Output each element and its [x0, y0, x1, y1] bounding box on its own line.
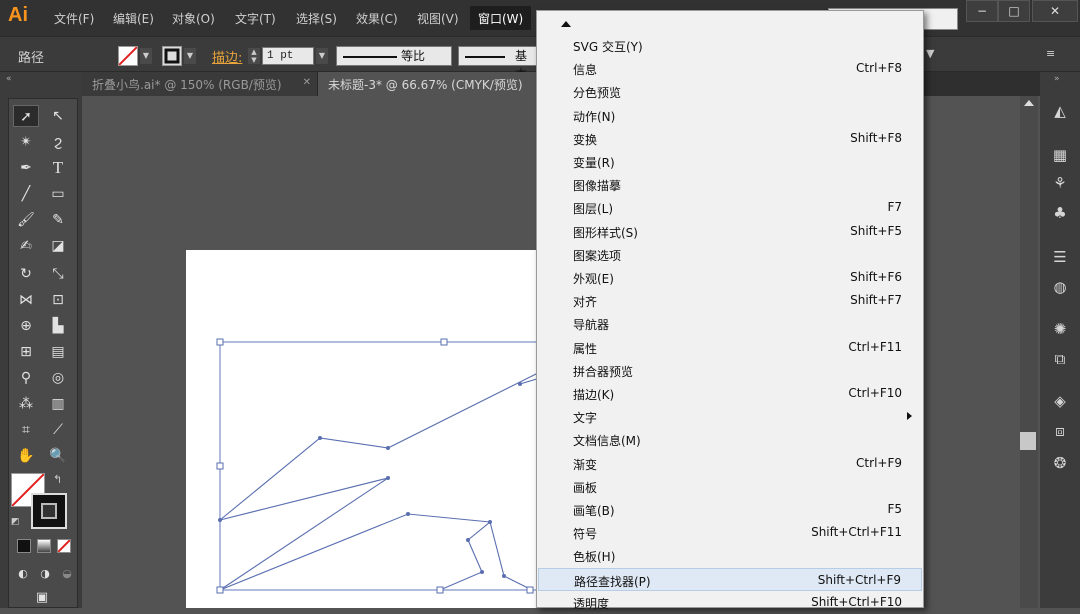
- menu-item[interactable]: 图像描摹: [538, 173, 922, 196]
- menu-item-shortcut: Ctrl+F11: [848, 339, 902, 354]
- menu-item[interactable]: 分色预览: [538, 80, 922, 103]
- menu-item-shortcut: Shift+F5: [850, 223, 902, 238]
- menu-item-label: 画笔(B): [573, 504, 615, 518]
- menu-item-label: 属性: [573, 341, 598, 356]
- scroll-up-icon[interactable]: [1024, 100, 1034, 106]
- menu-item-label: 变量(R): [573, 156, 615, 170]
- window-menu-dropdown: SVG 交互(Y) 信息 Ctrl+F8 分色预览动作(N) 变换 Shift+F8 变量(…: [536, 10, 924, 611]
- menu-item-label: 拼合器预览: [573, 364, 634, 379]
- menu-item[interactable]: 文字: [538, 405, 922, 428]
- menu-item-shortcut: Shift+F7: [850, 293, 902, 308]
- menu-item[interactable]: 画板: [538, 475, 922, 498]
- menu-item-label: 图像描摹: [573, 179, 622, 194]
- menu-item-shortcut: F7: [887, 200, 902, 215]
- menu-item-label: 色板(H): [573, 550, 616, 565]
- menu-item-label: 符号: [573, 527, 598, 542]
- menu-item[interactable]: 对齐 Shift+F7: [538, 289, 922, 312]
- menu-item[interactable]: 信息 Ctrl+F8: [538, 57, 922, 80]
- menu-item-label: 对齐: [573, 295, 598, 310]
- appearance-icon[interactable]: ◍: [1048, 276, 1072, 298]
- menu-item[interactable]: 图案选项: [538, 243, 922, 266]
- menu-item[interactable]: 变换 Shift+F8: [538, 127, 922, 150]
- symbols-icon[interactable]: ♣: [1048, 202, 1072, 224]
- menu-item-shortcut: Ctrl+F9: [856, 455, 902, 470]
- menu-item-label: 透明度: [573, 596, 610, 611]
- menu-item-label: 渐变: [573, 457, 598, 472]
- menu-item[interactable]: 文档信息(M): [538, 428, 922, 451]
- scrollbar-thumb[interactable]: [1020, 432, 1036, 450]
- menu-item-shortcut: F5: [887, 502, 902, 516]
- menu-item[interactable]: SVG 交互(Y): [538, 34, 922, 57]
- submenu-arrow-icon: [907, 412, 912, 421]
- menu-item[interactable]: 拼合器预览: [538, 359, 922, 382]
- menu-item[interactable]: 属性 Ctrl+F11: [538, 336, 922, 359]
- menu-item-label: 文档信息(M): [573, 434, 641, 449]
- menu-item-label: 信息: [573, 63, 598, 78]
- menu-item[interactable]: 画笔(B) F5: [538, 498, 922, 521]
- menu-item[interactable]: 符号 Shift+Ctrl+F11: [538, 521, 922, 544]
- menu-item[interactable]: 导航器: [538, 312, 922, 335]
- swatches-icon[interactable]: ▦: [1048, 144, 1072, 166]
- menu-item-label: 分色预览: [573, 86, 622, 101]
- stroke-panel-icon[interactable]: ☰: [1048, 246, 1072, 268]
- menu-item[interactable]: 动作(N): [538, 104, 922, 127]
- menu-item-shortcut: Shift+Ctrl+F10: [811, 594, 902, 609]
- menu-item-label: 导航器: [573, 318, 610, 333]
- menu-item[interactable]: 渐变 Ctrl+F9: [538, 452, 922, 475]
- menu-item-shortcut: Shift+Ctrl+F11: [811, 525, 902, 540]
- vertical-scrollbar[interactable]: [1020, 96, 1038, 608]
- menu-item-label: 描边(K): [573, 388, 615, 402]
- menu-item-shortcut: Ctrl+F10: [848, 386, 902, 400]
- menu-item-shortcut: Ctrl+F8: [856, 61, 902, 76]
- menu-item[interactable]: 变量(R): [538, 150, 922, 173]
- menu-item-shortcut: Shift+Ctrl+F9: [817, 572, 901, 587]
- menu-item-label: SVG 交互(Y): [573, 40, 643, 54]
- menu-item-label: 变换: [573, 132, 598, 147]
- menu-item[interactable]: 路径查找器(P) Shift+Ctrl+F9: [538, 567, 922, 591]
- menu-item-label: 图形样式(S): [573, 225, 638, 240]
- menu-item[interactable]: 图形样式(S) Shift+F5: [538, 220, 922, 243]
- menu-item-label: 动作(N): [573, 109, 616, 124]
- menu-item[interactable]: 图层(L) F7: [538, 196, 922, 219]
- menu-item-label: 文字: [573, 411, 598, 426]
- color-guide-icon[interactable]: ◭: [1048, 100, 1072, 122]
- menu-item[interactable]: 描边(K) Ctrl+F10: [538, 382, 922, 405]
- menu-item[interactable]: 外观(E) Shift+F6: [538, 266, 922, 289]
- graphic-styles-icon[interactable]: ✺: [1048, 318, 1072, 340]
- transform-icon[interactable]: ⧉: [1048, 348, 1072, 370]
- menu-item-label: 画板: [573, 480, 598, 495]
- scroll-menu-up-icon[interactable]: [561, 21, 571, 27]
- artboards-icon[interactable]: ⧈: [1048, 420, 1072, 442]
- menu-item-label: 外观(E): [573, 272, 614, 286]
- layers-icon[interactable]: ◈: [1048, 390, 1072, 412]
- menu-item-shortcut: Shift+F6: [850, 270, 902, 284]
- menu-item-label: 图层(L): [573, 202, 614, 217]
- expand-panels-icon[interactable]: »: [1054, 74, 1060, 84]
- menu-item-label: 路径查找器(P): [574, 574, 651, 589]
- menu-item[interactable]: 色板(H): [538, 544, 922, 567]
- menu-item[interactable]: 透明度 Shift+Ctrl+F10: [538, 591, 922, 614]
- menu-item-label: 图案选项: [573, 248, 622, 263]
- menu-item-shortcut: Shift+F8: [850, 130, 902, 145]
- color-palette-icon[interactable]: ❂: [1048, 452, 1072, 474]
- brushes-icon[interactable]: ⚘: [1048, 172, 1072, 194]
